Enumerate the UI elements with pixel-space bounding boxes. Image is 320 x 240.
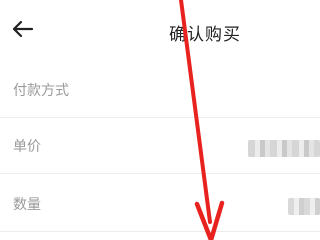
quantity-row: 数量 xyxy=(0,176,320,232)
unit-price-label: 单价 xyxy=(13,139,41,155)
payment-method-row[interactable]: 付款方式 xyxy=(0,62,320,118)
page-title: 确认购买 xyxy=(169,25,241,45)
unit-price-value-blurred xyxy=(248,140,320,157)
payment-method-label: 付款方式 xyxy=(13,83,69,99)
quantity-label: 数量 xyxy=(13,197,41,213)
quantity-value-blurred xyxy=(288,198,320,215)
top-bar: 确认购买 xyxy=(0,0,320,62)
unit-price-row: 单价 xyxy=(0,118,320,174)
